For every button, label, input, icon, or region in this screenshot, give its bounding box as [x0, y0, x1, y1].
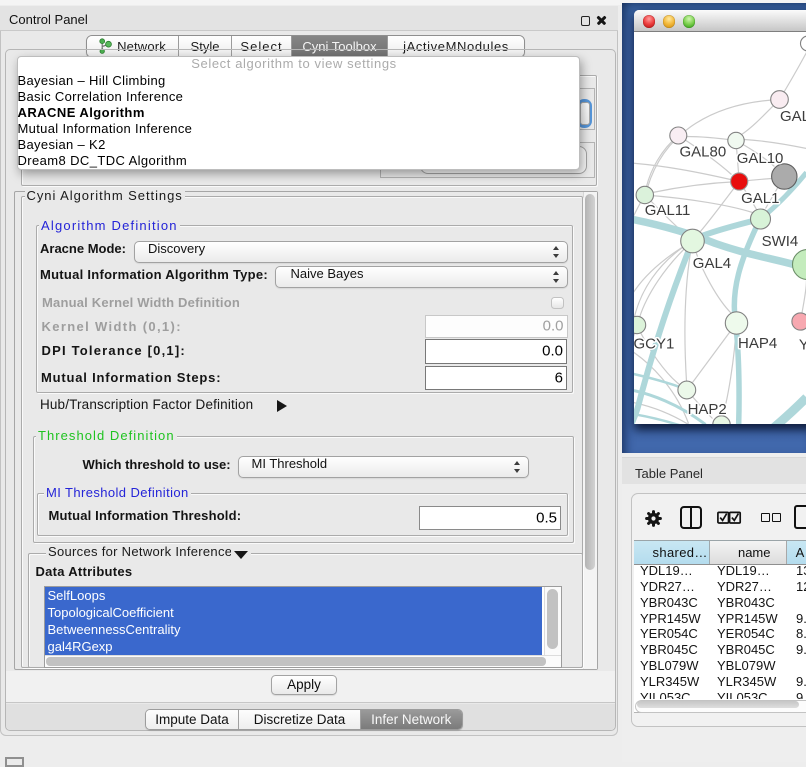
svg-text:HAP2: HAP2 [687, 401, 726, 418]
svg-text:GAL1: GAL1 [741, 190, 779, 207]
svg-text:GAL4: GAL4 [692, 255, 730, 272]
svg-text:HAP4: HAP4 [738, 335, 777, 352]
svg-text:GAL11: GAL11 [644, 202, 690, 219]
svg-text:GAL2: GAL2 [780, 108, 806, 125]
svg-text:SWI4: SWI4 [761, 233, 798, 250]
svg-text:GAL80: GAL80 [679, 143, 726, 160]
svg-text:GAL10: GAL10 [736, 150, 783, 167]
svg-text:YE: YE [798, 336, 806, 353]
svg-text:GCY1: GCY1 [634, 335, 674, 352]
